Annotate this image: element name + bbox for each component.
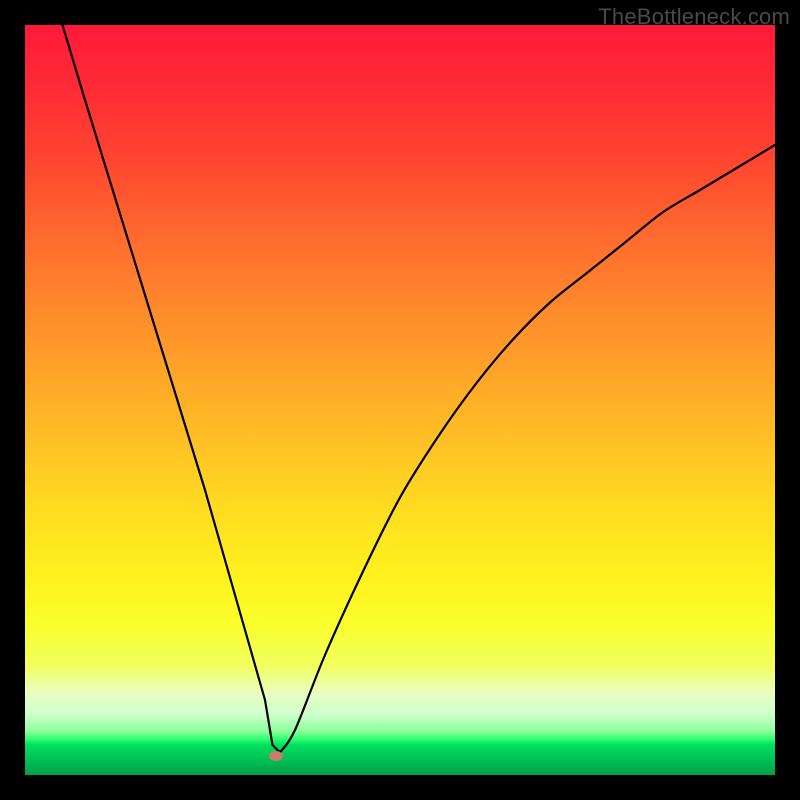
minimum-marker-dot (269, 751, 283, 761)
plot-area (25, 25, 775, 775)
watermark-text: TheBottleneck.com (598, 4, 790, 30)
